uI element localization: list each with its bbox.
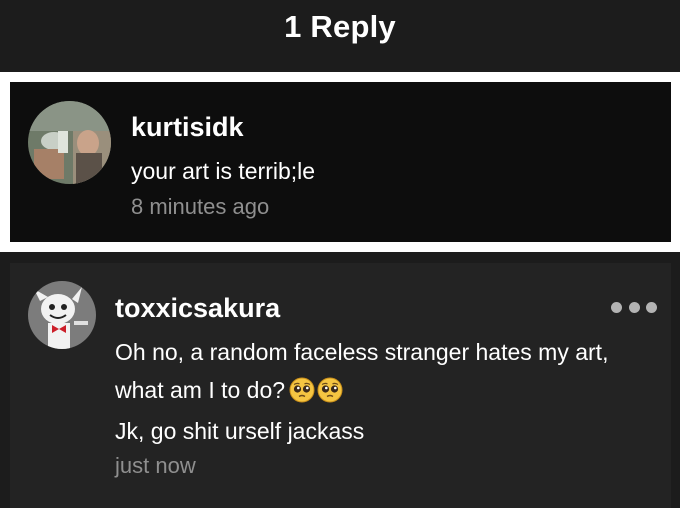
page-title: 1 Reply [284, 9, 396, 44]
reply-text: what am I to do? [115, 377, 286, 403]
more-dot-icon [611, 301, 622, 313]
parent-comment-card[interactable] [10, 82, 671, 242]
reply-text-line-2: what am I to do? [115, 377, 343, 405]
reply-timestamp: just now [115, 453, 196, 478]
comment-author[interactable]: kurtisidk [131, 112, 244, 143]
more-dot-icon [646, 301, 657, 313]
user-photo-icon [28, 101, 111, 184]
user-avatar[interactable] [28, 101, 111, 184]
pleading-face-emoji-icon [317, 377, 343, 403]
more-dot-icon [628, 301, 640, 313]
reply-text-line-3: Jk, go shit urself jackass [115, 418, 365, 444]
emoji-group [289, 377, 343, 403]
replies-header: 1 Reply [0, 0, 680, 54]
comment-text: your art is terrib;le [131, 158, 316, 184]
reply-avatar[interactable] [28, 281, 96, 349]
more-options-button[interactable] [611, 296, 657, 318]
comment-timestamp: 8 minutes ago [131, 194, 270, 219]
reply-author[interactable]: toxxicsakura [115, 293, 280, 324]
reply-text-line-1: Oh no, a random faceless stranger hates … [115, 339, 609, 365]
cartoon-avatar-icon [28, 281, 96, 349]
pleading-face-emoji-icon [289, 377, 315, 403]
